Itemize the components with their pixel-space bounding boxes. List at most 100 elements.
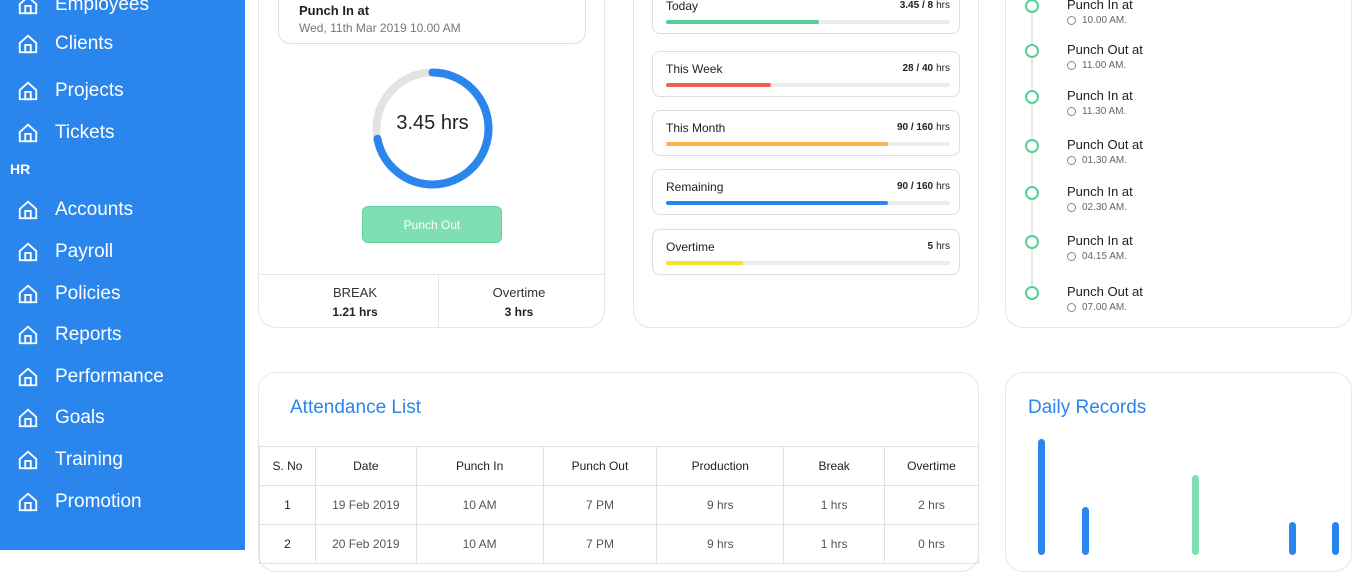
progress-bar xyxy=(666,261,950,265)
table-cell: 7 PM xyxy=(542,524,658,564)
table-cell: 2 xyxy=(259,524,316,564)
statistics-card xyxy=(633,0,979,328)
home-icon xyxy=(18,123,38,143)
sidebar-item-projects[interactable]: Projects xyxy=(0,71,245,111)
stat-name: This Month xyxy=(666,121,726,135)
table-cell: 1 hrs xyxy=(783,524,886,564)
column-header[interactable]: Date xyxy=(314,446,417,486)
stat-name: This Week xyxy=(666,62,723,76)
stat-value: 3.45 / 8 hrs xyxy=(899,0,950,11)
overtime-value: 3 hrs xyxy=(504,305,534,319)
break-label: BREAK xyxy=(332,285,378,300)
sidebar-item-performance[interactable]: Performance xyxy=(0,357,245,397)
table-row: 1 19 Feb 2019 10 AM 7 PM 9 hrs 1 hrs 2 h… xyxy=(259,485,979,525)
sidebar-item-label: Goals xyxy=(55,407,105,428)
activity-time: 11.30 AM. xyxy=(1067,106,1126,117)
table-cell: 9 hrs xyxy=(656,485,785,525)
column-header[interactable]: Punch In xyxy=(415,446,544,486)
sidebar-item-label: Promotion xyxy=(55,491,142,512)
sidebar-item-reports[interactable]: Reports xyxy=(0,315,245,355)
table-cell: 10 AM xyxy=(415,485,544,525)
table-cell: 19 Feb 2019 xyxy=(314,485,417,525)
daily-record-bar xyxy=(1082,507,1089,555)
activity-time: 02.30 AM. xyxy=(1067,202,1127,213)
home-icon xyxy=(18,367,38,387)
stat-value: 5 hrs xyxy=(927,241,950,252)
hours-worked-value: 3.45 hrs xyxy=(396,112,469,134)
activity-time: 10.00 AM. xyxy=(1067,15,1127,26)
clock-icon xyxy=(1067,203,1076,212)
home-icon xyxy=(18,492,38,512)
sidebar-item-label: Clients xyxy=(55,33,114,54)
home-icon xyxy=(18,242,38,262)
clock-icon xyxy=(1067,156,1076,165)
activity-item: Punch In at 04.15 AM. xyxy=(1024,233,1324,273)
activity-item: Punch In at 02.30 AM. xyxy=(1024,184,1324,224)
home-icon xyxy=(18,0,38,15)
column-header[interactable]: Punch Out xyxy=(542,446,658,486)
sidebar-item-goals[interactable]: Goals xyxy=(0,398,245,438)
clock-icon xyxy=(1067,252,1076,261)
progress-bar xyxy=(666,20,950,24)
stat-row: Today 3.45 / 8 hrs xyxy=(652,0,960,34)
home-icon xyxy=(18,450,38,470)
table-row: 2 20 Feb 2019 10 AM 7 PM 9 hrs 1 hrs 0 h… xyxy=(259,524,979,564)
sidebar-item-clients[interactable]: Clients xyxy=(0,24,245,64)
sidebar-item-label: Performance xyxy=(55,366,164,387)
activity-time: 07.00 AM. xyxy=(1067,302,1127,313)
activity-title: Punch In at xyxy=(1067,88,1133,103)
activity-title: Punch Out at xyxy=(1067,137,1143,152)
progress-bar xyxy=(666,83,950,87)
punch-in-title: Punch In at xyxy=(299,3,370,18)
sidebar-item-label: Accounts xyxy=(55,199,134,220)
sidebar-item-payroll[interactable]: Payroll xyxy=(0,232,245,272)
sidebar-item-accounts[interactable]: Accounts xyxy=(0,190,245,230)
stat-row: Overtime 5 hrs xyxy=(652,229,960,275)
daily-record-bar xyxy=(1332,522,1339,555)
break-stat: BREAK 1.21 hrs xyxy=(270,285,440,319)
clock-icon xyxy=(1067,107,1076,116)
column-header[interactable]: S. No xyxy=(259,446,316,486)
home-icon xyxy=(18,408,38,428)
timeline-dot-icon xyxy=(1025,186,1039,200)
sidebar-item-promotion[interactable]: Promotion xyxy=(0,482,245,522)
progress-fill xyxy=(666,142,888,146)
table-header-row: S. No Date Punch In Punch Out Production… xyxy=(259,446,979,486)
home-icon xyxy=(18,284,38,304)
sidebar-item-policies[interactable]: Policies xyxy=(0,274,245,314)
timeline-dot-icon xyxy=(1025,235,1039,249)
activity-title: Punch In at xyxy=(1067,184,1133,199)
sidebar-item-employees[interactable]: Employees xyxy=(0,0,245,25)
activity-title: Punch In at xyxy=(1067,0,1133,12)
column-header[interactable]: Production xyxy=(656,446,785,486)
timeline-dot-icon xyxy=(1025,44,1039,58)
activity-time: 04.15 AM. xyxy=(1067,251,1127,262)
table-cell: 20 Feb 2019 xyxy=(314,524,417,564)
timeline-dot-icon xyxy=(1025,139,1039,153)
sidebar-section-hr: HR xyxy=(10,161,31,177)
sidebar-item-label: Reports xyxy=(55,324,122,345)
progress-fill xyxy=(666,201,888,205)
progress-fill xyxy=(666,83,772,87)
stat-name: Remaining xyxy=(666,180,724,194)
progress-fill xyxy=(666,261,743,265)
divider xyxy=(259,274,604,275)
clock-icon xyxy=(1067,61,1076,70)
daily-record-bar xyxy=(1289,522,1296,555)
stat-value: 28 / 40 hrs xyxy=(902,63,951,74)
clock-icon xyxy=(1067,303,1076,312)
stat-value: 90 / 160 hrs xyxy=(896,181,950,192)
home-icon xyxy=(18,34,38,54)
table-cell: 1 xyxy=(259,485,316,525)
overtime-stat: Overtime 3 hrs xyxy=(434,285,604,319)
sidebar-item-label: Tickets xyxy=(55,122,115,143)
column-header[interactable]: Overtime xyxy=(884,446,979,486)
column-header[interactable]: Break xyxy=(783,446,886,486)
table-cell: 9 hrs xyxy=(656,524,785,564)
stat-value: 90 / 160 hrs xyxy=(896,122,950,133)
sidebar-item-tickets[interactable]: Tickets xyxy=(0,113,245,153)
sidebar-item-training[interactable]: Training xyxy=(0,440,245,480)
stat-row: This Month 90 / 160 hrs xyxy=(652,110,960,156)
sidebar-item-label: Payroll xyxy=(55,241,114,262)
punch-out-button[interactable]: Punch Out xyxy=(362,206,502,243)
